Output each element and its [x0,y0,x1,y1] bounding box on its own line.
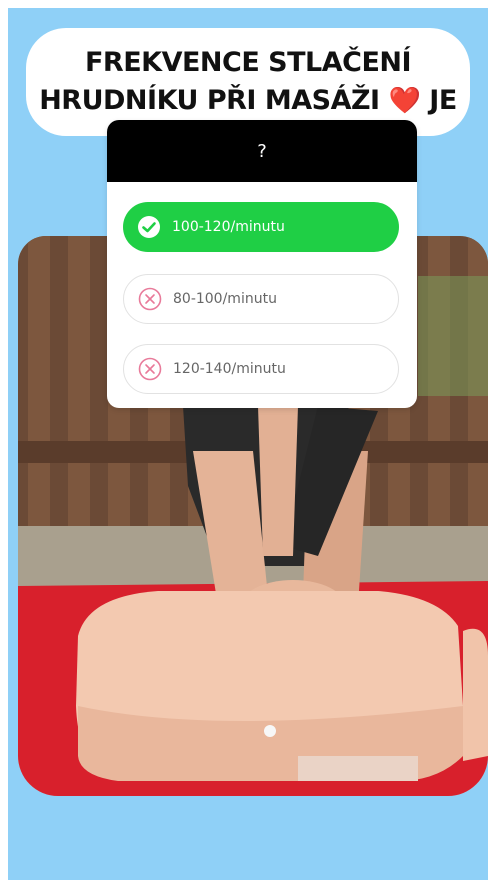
quiz-option-1-label: 100-120/minutu [172,219,285,235]
heart-icon: ❤️ [388,86,421,116]
title-line-2-end: JE [429,85,457,116]
story-canvas: FREKVENCE STLAČENÍ HRUDNÍKU PŘI MASÁŽI ❤… [8,8,488,880]
quiz-question: ? [107,120,417,182]
quiz-option-3-label: 120-140/minutu [173,361,286,377]
quiz-option-1[interactable]: 100-120/minutu [123,202,399,252]
quiz-option-2-label: 80-100/minutu [173,291,277,307]
x-circle-icon [138,287,162,311]
title-line-2: HRUDNÍKU PŘI MASÁŽI ❤️ JE [39,82,457,120]
title-line-1: FREKVENCE STLAČENÍ [84,47,412,78]
quiz-option-2[interactable]: 80-100/minutu [123,274,399,324]
quiz-option-3[interactable]: 120-140/minutu [123,344,399,394]
check-circle-icon [137,215,161,239]
x-circle-icon [138,357,162,381]
title-line-2-text: HRUDNÍKU PŘI MASÁŽI [39,85,380,116]
quiz-card: ? 100-120/minutu 80-100/minutu 120-140/m… [107,120,417,408]
